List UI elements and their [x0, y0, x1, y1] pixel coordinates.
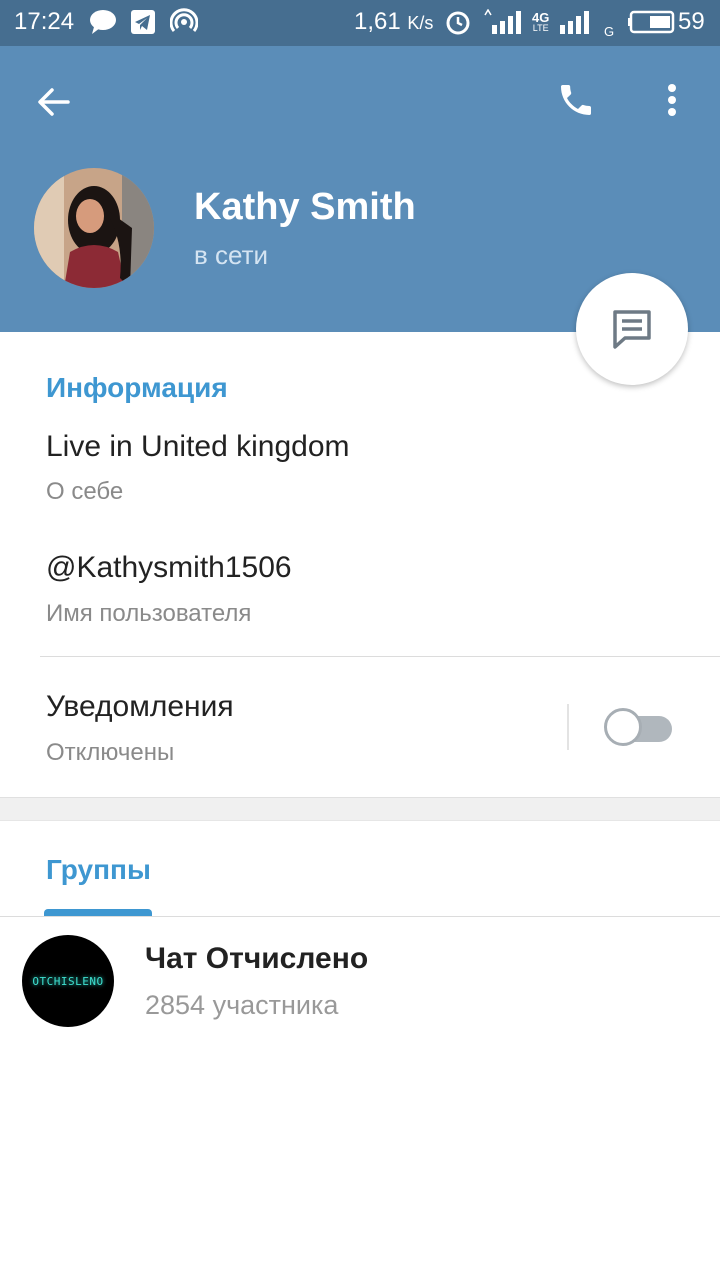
divider: [0, 916, 720, 917]
group-members: 2854 участника: [145, 990, 339, 1020]
list-item[interactable]: OTCHISLENO Чат Отчислено 2854 участника: [0, 918, 720, 1038]
telegram-icon: [130, 9, 156, 35]
signal-icon: [558, 9, 598, 35]
hotspot-icon: [170, 8, 198, 35]
more-options-button[interactable]: [648, 72, 696, 128]
battery-icon: [628, 9, 676, 35]
signal-icon: [484, 9, 526, 35]
username-text[interactable]: @Kathysmith1506: [46, 551, 292, 585]
send-message-button[interactable]: [576, 273, 688, 385]
notifications-state: Отключены: [46, 739, 175, 766]
message-icon: [613, 310, 651, 349]
divider: [567, 704, 569, 750]
profile-name: Kathy Smith: [194, 186, 416, 228]
message-bubble-icon: [88, 9, 118, 35]
section-separator: [0, 797, 720, 821]
avatar[interactable]: [34, 168, 154, 288]
net-speed-unit: K/s: [407, 13, 434, 33]
group-avatar-text: OTCHISLENO: [32, 974, 104, 988]
notifications-toggle[interactable]: [604, 708, 674, 746]
call-button[interactable]: [548, 72, 604, 128]
phone-icon: [561, 85, 591, 115]
group-avatar: OTCHISLENO: [22, 935, 114, 1027]
back-button[interactable]: [26, 74, 82, 130]
alarm-icon: [444, 9, 472, 35]
bio-label: О себе: [46, 478, 124, 505]
toggle-knob: [604, 708, 642, 746]
profile-status: в сети: [194, 240, 269, 270]
profile-photo: [34, 168, 154, 288]
tab-indicator: [44, 909, 152, 916]
tab-groups[interactable]: Группы: [46, 854, 151, 886]
group-name: Чат Отчислено: [145, 942, 369, 975]
net-speed: 1,61 K/s: [354, 8, 434, 35]
g-indicator: G: [604, 23, 615, 39]
lte-indicator: 4G LTE: [532, 10, 550, 33]
arrow-left-icon: [38, 88, 70, 116]
status-time: 17:24: [14, 8, 75, 35]
status-bar: 17:24 1,61 K/s 4G LTE G 59: [0, 0, 720, 46]
notifications-title[interactable]: Уведомления: [46, 690, 234, 724]
battery-level: 59: [678, 8, 705, 35]
username-label: Имя пользователя: [46, 600, 252, 627]
bio-text[interactable]: Live in United kingdom: [46, 430, 350, 464]
info-section-title: Информация: [46, 372, 228, 403]
more-vertical-icon: [668, 84, 676, 116]
divider: [40, 656, 720, 657]
